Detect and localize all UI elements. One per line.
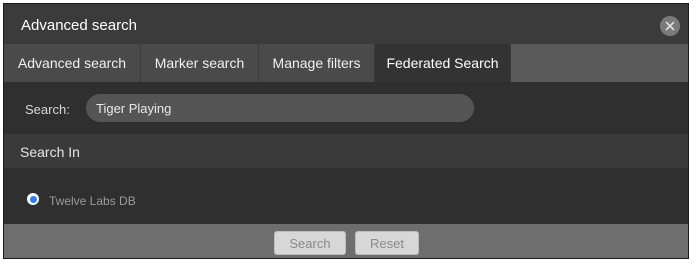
search-in-options: Twelve Labs DB	[4, 168, 688, 224]
search-in-header: Search In	[4, 134, 688, 168]
tab-label: Manage filters	[272, 55, 361, 71]
twelve-labs-db-radio[interactable]	[27, 193, 39, 205]
advanced-search-dialog: Advanced search Advanced search Marker s…	[3, 3, 689, 259]
radio-selected-dot	[29, 195, 37, 203]
tab-manage-filters[interactable]: Manage filters	[259, 44, 375, 82]
dialog-title: Advanced search	[21, 17, 137, 34]
search-input[interactable]	[86, 94, 474, 122]
close-button[interactable]	[660, 16, 680, 36]
tab-label: Advanced search	[17, 55, 127, 71]
tab-marker-search[interactable]: Marker search	[141, 44, 259, 82]
tab-label: Marker search	[154, 55, 245, 71]
tab-label: Federated Search	[386, 55, 499, 71]
dialog-footer: Search Reset	[4, 224, 688, 258]
search-button[interactable]: Search	[274, 231, 346, 255]
twelve-labs-db-label[interactable]: Twelve Labs DB	[49, 194, 136, 208]
tab-bar: Advanced search Marker search Manage fil…	[4, 44, 688, 82]
tab-advanced-search[interactable]: Advanced search	[4, 44, 141, 82]
dialog-titlebar: Advanced search	[4, 4, 688, 44]
search-row: Search:	[4, 82, 688, 134]
search-label: Search:	[25, 102, 70, 117]
tab-federated-search[interactable]: Federated Search	[375, 44, 511, 82]
close-icon	[665, 21, 675, 31]
search-in-title: Search In	[20, 144, 80, 160]
reset-button[interactable]: Reset	[355, 231, 419, 255]
